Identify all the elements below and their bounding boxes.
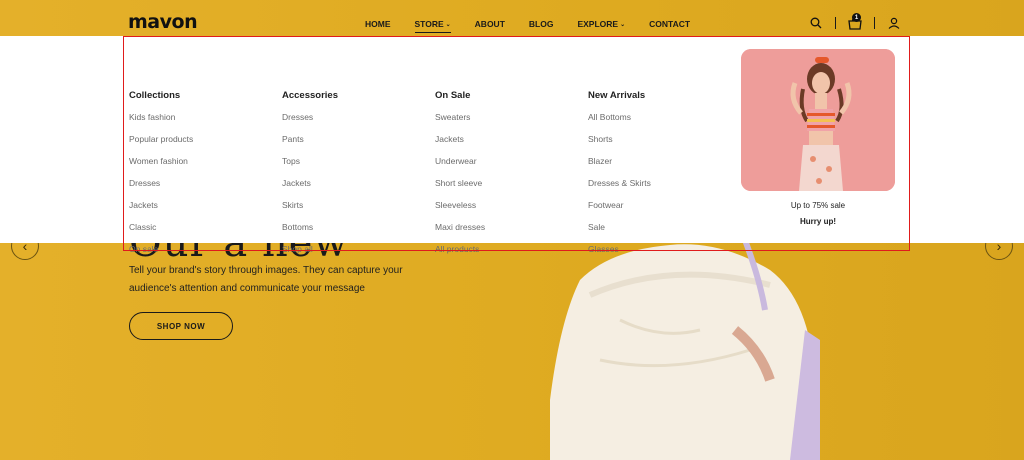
column-title: Collections xyxy=(129,90,181,101)
menu-link[interactable]: Pants xyxy=(282,134,338,156)
promo-image[interactable] xyxy=(741,49,895,191)
menu-link[interactable]: Sale xyxy=(588,222,651,244)
menu-link[interactable]: Jackets xyxy=(435,134,485,156)
promo-headline: Up to 75% sale xyxy=(790,201,846,210)
menu-column-collections: Collections Kids fashion Popular product… xyxy=(129,90,193,266)
divider xyxy=(835,17,836,29)
menu-link[interactable]: Women fashion xyxy=(129,156,193,178)
nav-explore[interactable]: EXPLORE ⌄ xyxy=(577,19,625,29)
search-icon[interactable] xyxy=(808,15,824,31)
menu-link[interactable]: Short sleeve xyxy=(435,178,485,200)
hero-description: Tell your brand's story through images. … xyxy=(129,265,403,294)
nav-store[interactable]: STORE ⌄ xyxy=(414,19,451,33)
menu-link[interactable]: Underwear xyxy=(435,156,485,178)
menu-link[interactable]: All products xyxy=(435,244,485,266)
nav-blog[interactable]: BLOG xyxy=(529,19,554,29)
main-nav: HOME STORE ⌄ ABOUT BLOG EXPLORE ⌄ CONTACT xyxy=(365,19,714,33)
menu-link[interactable]: Blazer xyxy=(588,156,651,178)
shop-now-button[interactable]: SHOP NOW xyxy=(129,312,233,340)
column-title: On Sale xyxy=(435,90,471,101)
menu-link[interactable]: Bottoms xyxy=(282,222,338,244)
site-header: mavon HOME STORE ⌄ ABOUT BLOG EXPLORE ⌄ CO… xyxy=(0,0,1024,36)
menu-link[interactable]: Jackets xyxy=(282,178,338,200)
menu-link[interactable]: Jackets xyxy=(129,200,193,222)
chevron-down-icon: ⌄ xyxy=(445,21,451,28)
menu-column-on-sale: On Sale Sweaters Jackets Underwear Short… xyxy=(435,90,485,266)
menu-link[interactable]: Dresses xyxy=(282,112,338,134)
menu-link[interactable]: Dresses xyxy=(129,178,193,200)
menu-link[interactable]: Kids fashion xyxy=(129,112,193,134)
brand-logo[interactable]: mavon xyxy=(128,12,198,32)
promo-subline[interactable]: Hurry up! xyxy=(741,217,895,226)
menu-link[interactable]: Classic xyxy=(129,222,193,244)
nav-home[interactable]: HOME xyxy=(365,19,391,29)
cart-count-badge: 1 xyxy=(852,13,861,22)
menu-link[interactable]: Popular products xyxy=(129,134,193,156)
menu-link[interactable]: Glasses xyxy=(588,244,651,266)
menu-link[interactable]: Shorts xyxy=(588,134,651,156)
menu-link[interactable]: Maxi dresses xyxy=(435,222,485,244)
menu-link[interactable]: Sleeveless xyxy=(435,200,485,222)
divider xyxy=(874,17,875,29)
menu-link[interactable]: Dresses & Skirts xyxy=(588,178,651,200)
column-title: New Arrivals xyxy=(588,90,646,101)
menu-link[interactable]: On sale xyxy=(129,244,193,266)
menu-link[interactable]: Skirts xyxy=(282,200,338,222)
menu-link[interactable]: All Bottoms xyxy=(588,112,651,134)
nav-about[interactable]: ABOUT xyxy=(475,19,505,29)
menu-column-accessories: Accessories Dresses Pants Tops Jackets S… xyxy=(282,90,338,266)
menu-link[interactable]: Sweaters xyxy=(435,112,485,134)
menu-link[interactable]: Shop all xyxy=(282,244,338,266)
nav-contact[interactable]: CONTACT xyxy=(649,19,690,29)
menu-link[interactable]: Footwear xyxy=(588,200,651,222)
menu-link[interactable]: Tops xyxy=(282,156,338,178)
menu-column-new-arrivals: New Arrivals All Bottoms Shorts Blazer D… xyxy=(588,90,651,266)
column-title: Accessories xyxy=(282,90,338,101)
chevron-down-icon: ⌄ xyxy=(620,21,626,28)
user-icon[interactable] xyxy=(886,15,902,31)
